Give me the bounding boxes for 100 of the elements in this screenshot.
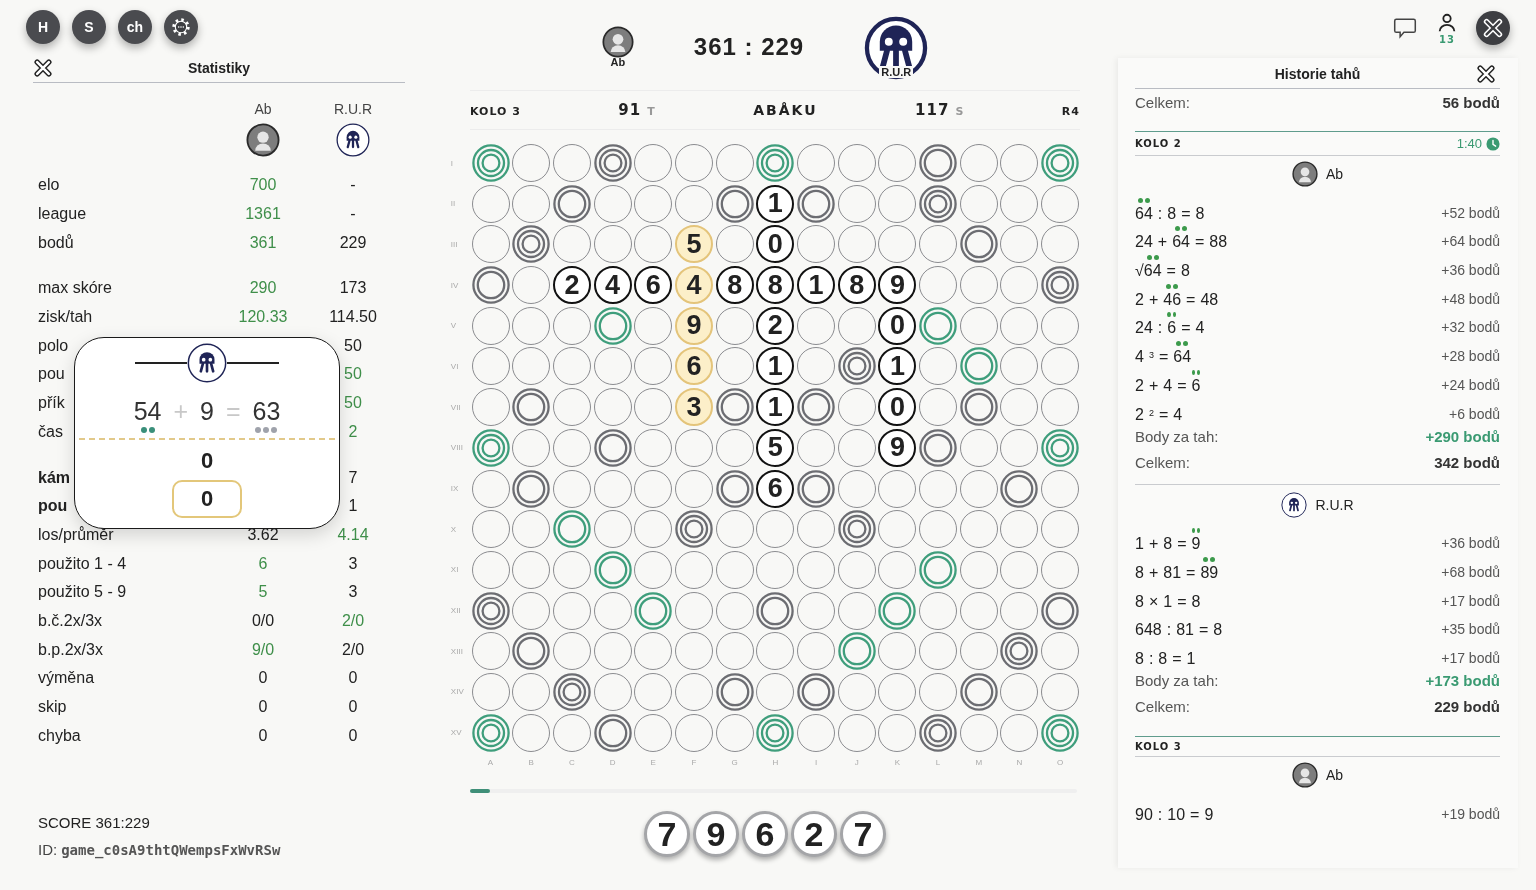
double-ring-cell[interactable] bbox=[797, 469, 836, 508]
triple-ring-cell[interactable] bbox=[471, 591, 510, 630]
equation-number: 2 bbox=[1135, 376, 1144, 394]
double-ring-cell[interactable] bbox=[919, 144, 958, 182]
settings-button[interactable] bbox=[164, 10, 198, 44]
triple-ring-cell[interactable] bbox=[471, 713, 510, 752]
operator-sign: : bbox=[1148, 649, 1154, 667]
double-ring-cell[interactable] bbox=[715, 469, 754, 508]
rack-tile[interactable]: 2 bbox=[791, 811, 837, 858]
close-icon[interactable] bbox=[33, 58, 53, 78]
double-ring-cell[interactable] bbox=[919, 306, 958, 345]
triple-ring-cell[interactable] bbox=[756, 713, 795, 752]
double-ring-cell[interactable] bbox=[1000, 469, 1039, 508]
double-ring-cell[interactable] bbox=[552, 184, 591, 223]
number-tile[interactable]: 1 bbox=[878, 347, 917, 386]
double-ring-cell[interactable] bbox=[512, 632, 551, 671]
number-tile[interactable]: 6 bbox=[674, 347, 713, 386]
number-tile[interactable]: 6 bbox=[634, 266, 673, 305]
triple-ring-cell[interactable] bbox=[471, 144, 510, 182]
number-tile[interactable]: 5 bbox=[756, 428, 795, 467]
triple-ring-cell[interactable] bbox=[512, 225, 551, 264]
triple-ring-cell[interactable] bbox=[674, 510, 713, 549]
triple-ring-cell[interactable] bbox=[552, 672, 591, 711]
toolbar-button[interactable]: ch bbox=[118, 10, 152, 44]
number-tile[interactable]: 0 bbox=[756, 225, 795, 264]
equation-number: 8 bbox=[1191, 592, 1201, 610]
stat-value: 3 bbox=[348, 583, 358, 601]
double-ring-cell[interactable] bbox=[471, 266, 510, 305]
double-ring-cell[interactable] bbox=[797, 184, 836, 223]
triple-ring-cell[interactable] bbox=[837, 347, 876, 386]
double-ring-cell[interactable] bbox=[837, 632, 876, 671]
number-tile[interactable]: 9 bbox=[674, 306, 713, 345]
number-tile[interactable]: 9 bbox=[878, 428, 917, 467]
triple-ring-cell[interactable] bbox=[756, 144, 795, 182]
double-ring-cell[interactable] bbox=[593, 550, 632, 589]
answer-field[interactable]: 0 bbox=[172, 480, 242, 518]
double-ring-cell[interactable] bbox=[797, 672, 836, 711]
double-ring-cell[interactable] bbox=[512, 388, 551, 427]
number-tile[interactable]: 5 bbox=[674, 225, 713, 264]
double-ring-cell[interactable] bbox=[756, 591, 795, 630]
total-label: Celkem: bbox=[1135, 454, 1190, 471]
double-ring-cell[interactable] bbox=[959, 388, 998, 427]
triple-ring-cell[interactable] bbox=[1041, 428, 1080, 467]
double-ring-cell[interactable] bbox=[1041, 591, 1080, 630]
rack-tile[interactable]: 9 bbox=[693, 811, 739, 858]
triple-ring-cell[interactable] bbox=[919, 713, 958, 752]
equation-number: 81 bbox=[1176, 621, 1194, 639]
triple-ring-cell[interactable] bbox=[471, 428, 510, 467]
double-ring-cell[interactable] bbox=[634, 591, 673, 630]
triple-ring-cell[interactable] bbox=[1041, 144, 1080, 182]
number-tile[interactable]: 2 bbox=[756, 306, 795, 345]
board-cell[interactable] bbox=[674, 144, 713, 182]
stat-value: 173 bbox=[339, 279, 367, 297]
stat-value: 0 bbox=[258, 698, 268, 716]
number-tile[interactable]: 1 bbox=[756, 388, 795, 427]
double-ring-cell[interactable] bbox=[552, 510, 591, 549]
triple-ring-cell[interactable] bbox=[837, 510, 876, 549]
double-ring-cell[interactable] bbox=[959, 347, 998, 386]
double-ring-cell[interactable] bbox=[797, 388, 836, 427]
double-ring-cell[interactable] bbox=[959, 225, 998, 264]
number-tile[interactable]: 2 bbox=[552, 266, 591, 305]
rack-tile[interactable]: 7 bbox=[644, 811, 690, 858]
number-tile[interactable]: 0 bbox=[878, 306, 917, 345]
operator-sign: = bbox=[1166, 262, 1176, 280]
double-ring-cell[interactable] bbox=[715, 388, 754, 427]
triple-ring-cell[interactable] bbox=[1041, 713, 1080, 752]
triple-ring-cell[interactable] bbox=[1000, 632, 1039, 671]
number-tile[interactable]: 1 bbox=[797, 266, 836, 305]
number-tile[interactable]: 0 bbox=[878, 388, 917, 427]
triple-ring-cell[interactable] bbox=[919, 184, 958, 223]
double-ring-cell[interactable] bbox=[919, 550, 958, 589]
rack-tile[interactable]: 6 bbox=[742, 811, 788, 858]
number-tile[interactable]: 9 bbox=[878, 266, 917, 305]
double-ring-cell[interactable] bbox=[593, 713, 632, 752]
double-ring-cell[interactable] bbox=[959, 672, 998, 711]
double-ring-cell[interactable] bbox=[593, 306, 632, 345]
double-ring-cell[interactable] bbox=[878, 591, 917, 630]
toolbar-button[interactable]: H bbox=[26, 10, 60, 44]
toolbar-button[interactable]: S bbox=[72, 10, 106, 44]
close-button[interactable] bbox=[1476, 11, 1510, 45]
number-tile[interactable]: 1 bbox=[756, 347, 795, 386]
double-ring-cell[interactable] bbox=[593, 428, 632, 467]
triple-ring-cell[interactable] bbox=[1041, 266, 1080, 305]
number-tile[interactable]: 6 bbox=[756, 469, 795, 508]
number-tile[interactable]: 1 bbox=[756, 184, 795, 223]
close-icon[interactable] bbox=[1476, 64, 1496, 84]
double-ring-cell[interactable] bbox=[715, 184, 754, 223]
number-tile[interactable]: 8 bbox=[837, 266, 876, 305]
triple-ring-cell[interactable] bbox=[593, 144, 632, 182]
number-tile[interactable]: 4 bbox=[674, 266, 713, 305]
double-ring-cell[interactable] bbox=[512, 469, 551, 508]
double-ring-cell[interactable] bbox=[715, 672, 754, 711]
number-tile[interactable]: 4 bbox=[593, 266, 632, 305]
rack-tile[interactable]: 7 bbox=[840, 811, 886, 858]
person-icon[interactable] bbox=[1436, 11, 1458, 34]
number-tile[interactable]: 3 bbox=[674, 388, 713, 427]
number-tile[interactable]: 8 bbox=[715, 266, 754, 305]
number-tile[interactable]: 8 bbox=[756, 266, 795, 305]
stat-value: 0 bbox=[258, 726, 268, 744]
double-ring-cell[interactable] bbox=[919, 428, 958, 467]
